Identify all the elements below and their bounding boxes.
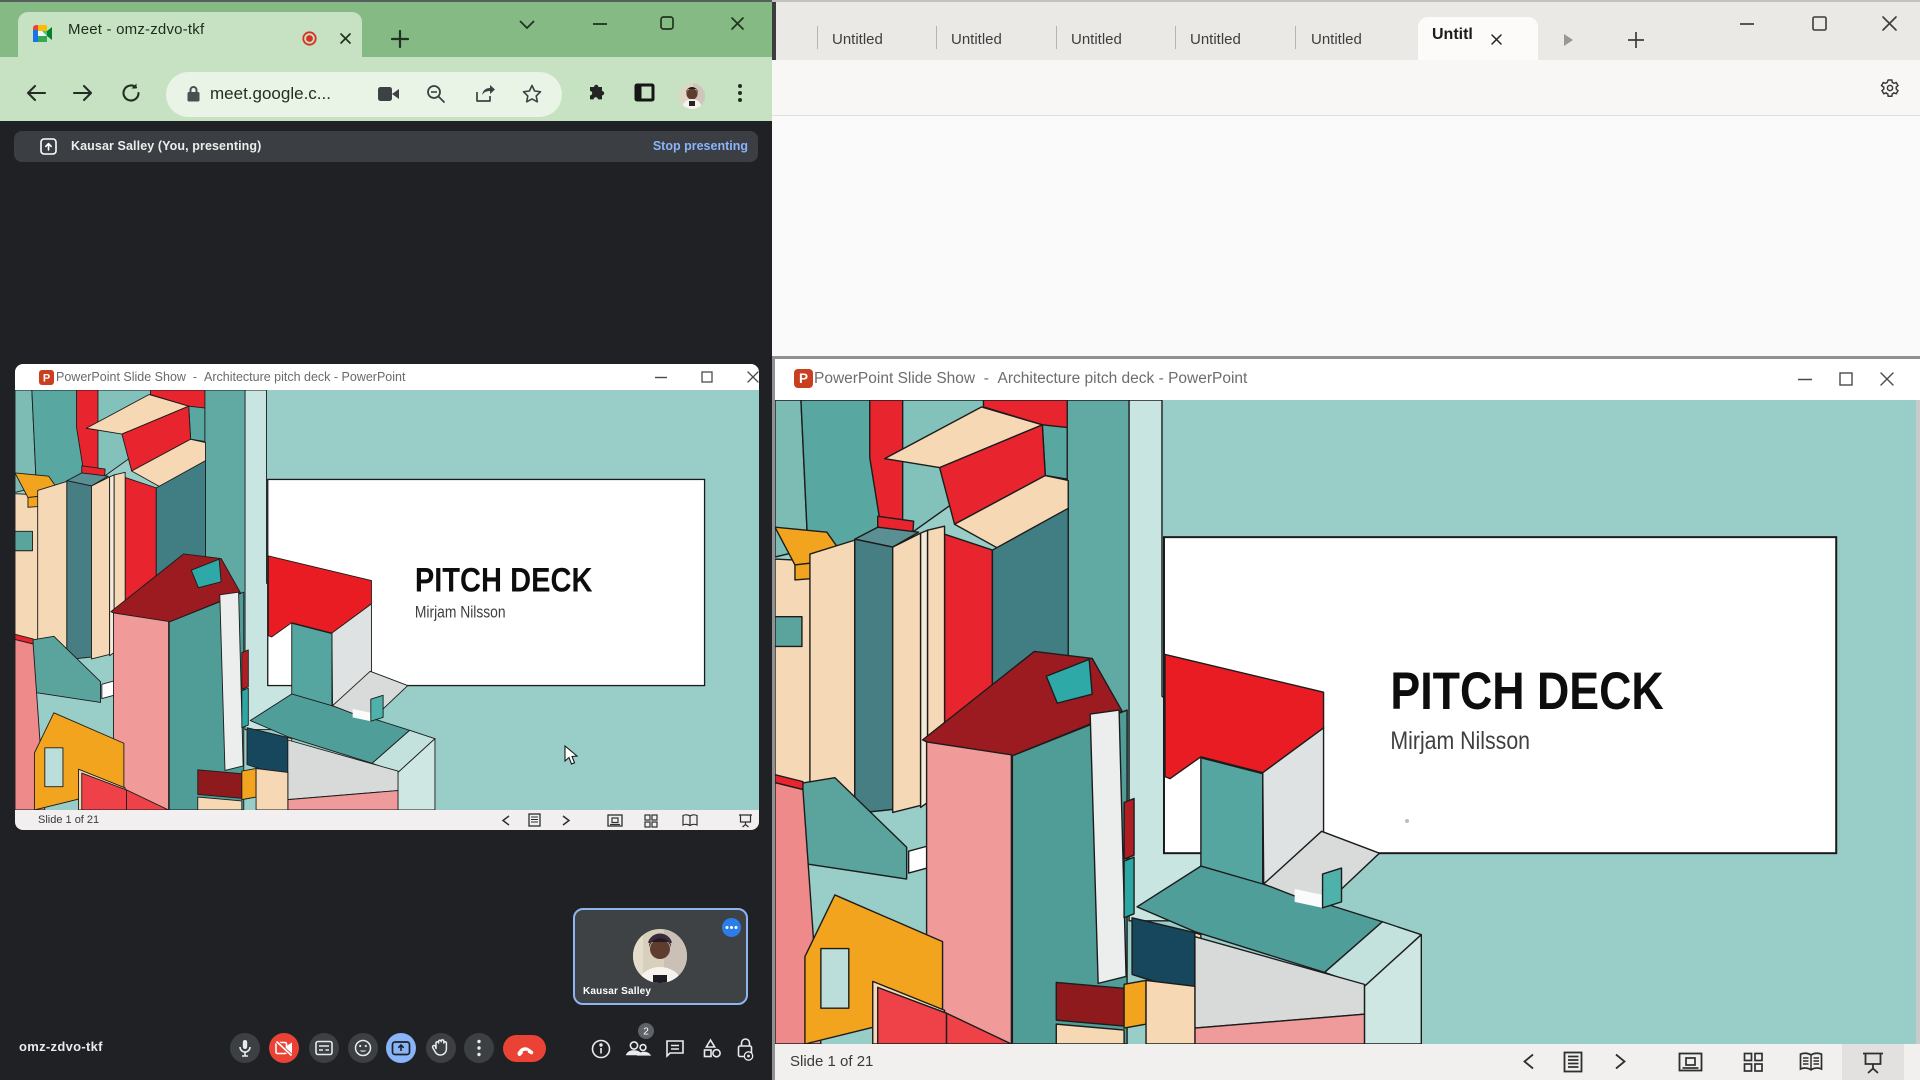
svg-text:2: 2 bbox=[643, 1027, 649, 1038]
svg-text:P: P bbox=[43, 373, 50, 385]
svg-text:P: P bbox=[799, 371, 808, 386]
